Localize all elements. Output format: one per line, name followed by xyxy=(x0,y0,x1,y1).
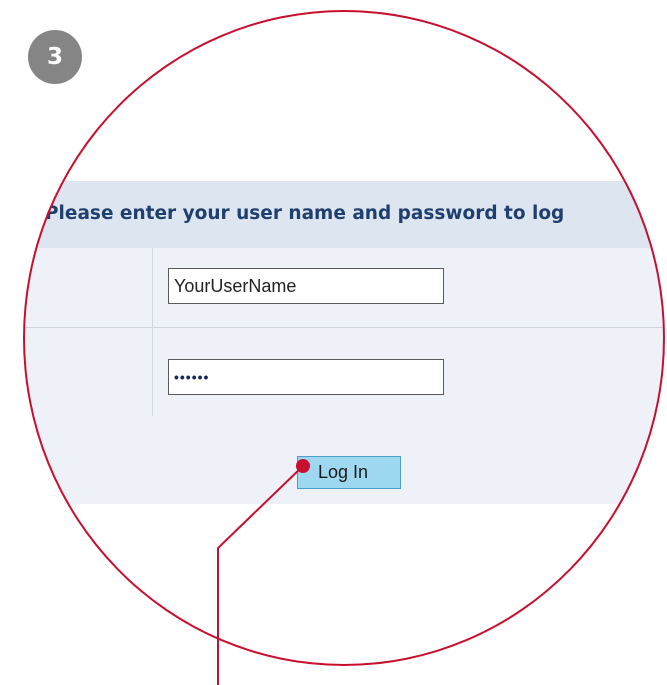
login-form-footer: Log In xyxy=(23,416,665,504)
username-input[interactable] xyxy=(168,268,444,304)
password-input[interactable] xyxy=(168,359,444,395)
login-instructions: Please enter your user name and password… xyxy=(45,203,565,224)
login-header: Please enter your user name and password… xyxy=(23,181,665,248)
password-label-cell xyxy=(23,328,152,416)
column-divider xyxy=(152,248,153,416)
magnified-login-view: Please enter your user name and password… xyxy=(23,10,665,666)
username-row xyxy=(23,248,665,327)
password-row xyxy=(23,328,665,416)
step-number-badge: 3 xyxy=(28,30,82,84)
username-label-cell xyxy=(23,248,152,327)
log-in-button[interactable]: Log In xyxy=(297,456,401,489)
